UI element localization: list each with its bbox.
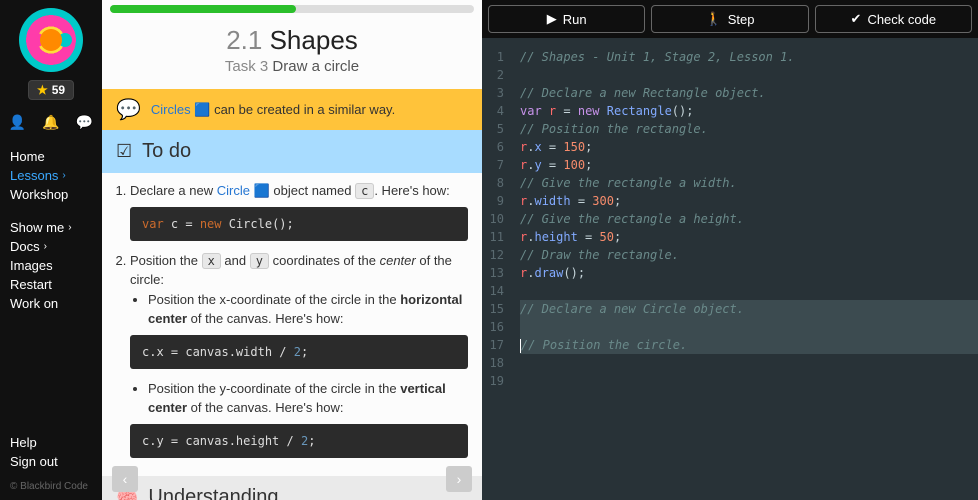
code-line[interactable] xyxy=(520,318,978,336)
nav-item-docs[interactable]: Docs› xyxy=(10,237,92,256)
prev-button[interactable]: ‹ xyxy=(112,466,138,492)
chat-icon[interactable]: 💬 xyxy=(76,114,93,131)
bell-icon[interactable]: 🔔 xyxy=(42,114,59,131)
code-line[interactable] xyxy=(520,282,978,300)
progress-fill xyxy=(110,5,296,13)
hint-text: can be created in a similar way. xyxy=(214,102,395,117)
speech-icon: 💬 xyxy=(116,97,141,122)
step-button[interactable]: 🚶Step xyxy=(651,5,808,33)
key-x: x xyxy=(202,253,221,269)
understanding-header[interactable]: 🧠 Understanding xyxy=(102,476,482,500)
checkbox-icon: ☑ xyxy=(116,141,132,162)
app-logo[interactable] xyxy=(19,8,83,72)
code-line[interactable]: // Position the circle. xyxy=(520,336,978,354)
code-line[interactable]: r.x = 150; xyxy=(520,138,978,156)
code-line[interactable]: // Declare a new Circle object. xyxy=(520,300,978,318)
code-line[interactable]: var r = new Rectangle(); xyxy=(520,102,978,120)
code-line[interactable]: r.width = 300; xyxy=(520,192,978,210)
code-line[interactable] xyxy=(520,354,978,372)
code-example-3: c.y = canvas.height / 2; xyxy=(130,424,468,458)
nav-item-images[interactable]: Images xyxy=(10,256,92,275)
user-icon[interactable]: 👤 xyxy=(9,114,26,131)
nav-item-sign-out[interactable]: Sign out xyxy=(10,452,92,471)
nav-item-help[interactable]: Help xyxy=(10,433,92,452)
step-1: Declare a new Circle 🟦 object named c. H… xyxy=(130,181,468,241)
circle-link[interactable]: Circle 🟦 xyxy=(217,183,270,198)
code-line[interactable]: r.draw(); xyxy=(520,264,978,282)
nav-item-work-on[interactable]: Work on xyxy=(10,294,92,313)
code-line[interactable]: // Draw the rectangle. xyxy=(520,246,978,264)
lesson-title: 2.1 Shapes xyxy=(102,25,482,56)
copyright: © Blackbird Code xyxy=(0,477,102,492)
walk-icon: 🚶 xyxy=(706,11,722,27)
code-line[interactable]: // Shapes - Unit 1, Stage 2, Lesson 1. xyxy=(520,48,978,66)
editor-pane: ▶Run 🚶Step ✔Check code 12345678910111213… xyxy=(482,0,978,500)
lesson-pane: 2.1 Shapes Task 3 Draw a circle 💬 Circle… xyxy=(102,0,482,500)
hint-link[interactable]: Circles 🟦 xyxy=(151,102,211,117)
bullet-1: Position the x-coordinate of the circle … xyxy=(148,290,468,329)
nav-secondary: Show me›Docs›ImagesRestartWork on xyxy=(0,216,102,315)
points-badge[interactable]: ★ 59 xyxy=(28,80,74,100)
run-button[interactable]: ▶Run xyxy=(488,5,645,33)
code-line[interactable]: // Position the rectangle. xyxy=(520,120,978,138)
nav-item-restart[interactable]: Restart xyxy=(10,275,92,294)
code-line[interactable] xyxy=(520,372,978,390)
code-line[interactable]: // Give the rectangle a height. xyxy=(520,210,978,228)
nav-item-show-me[interactable]: Show me› xyxy=(10,218,92,237)
line-gutter: 12345678910111213141516171819 xyxy=(482,38,512,500)
code-editor[interactable]: 12345678910111213141516171819 // Shapes … xyxy=(482,38,978,500)
nav-item-home[interactable]: Home xyxy=(10,147,92,166)
nav-main: HomeLessons›Workshop xyxy=(0,145,102,206)
task-subtitle: Task 3 Draw a circle xyxy=(102,58,482,75)
code-line[interactable]: r.height = 50; xyxy=(520,228,978,246)
step-2: Position the x and y coordinates of the … xyxy=(130,251,468,458)
chevron-right-icon: › xyxy=(68,222,71,233)
code-example-1: var c = new Circle(); xyxy=(130,207,468,241)
code-line[interactable]: // Give the rectangle a width. xyxy=(520,174,978,192)
key-c: c xyxy=(355,183,374,199)
hint-bar: 💬 Circles 🟦 can be created in a similar … xyxy=(102,89,482,130)
bullet-2: Position the y-coordinate of the circle … xyxy=(148,379,468,418)
nav-item-workshop[interactable]: Workshop xyxy=(10,185,92,204)
sidebar: ★ 59 👤 🔔 💬 HomeLessons›Workshop Show me›… xyxy=(0,0,102,500)
star-icon: ★ xyxy=(37,83,48,97)
progress-bar xyxy=(110,5,474,13)
play-icon: ▶ xyxy=(547,11,557,27)
todo-header[interactable]: ☑ To do xyxy=(102,130,482,173)
code-line[interactable]: // Declare a new Rectangle object. xyxy=(520,84,978,102)
chevron-right-icon: › xyxy=(44,241,47,252)
todo-steps: Declare a new Circle 🟦 object named c. H… xyxy=(102,173,482,476)
nav-item-lessons[interactable]: Lessons› xyxy=(10,166,92,185)
code-line[interactable]: r.y = 100; xyxy=(520,156,978,174)
key-y: y xyxy=(250,253,269,269)
nav-bottom: HelpSign out xyxy=(0,433,102,477)
code-lines[interactable]: // Shapes - Unit 1, Stage 2, Lesson 1. /… xyxy=(512,38,978,500)
next-button[interactable]: › xyxy=(446,466,472,492)
points-value: 59 xyxy=(52,83,65,97)
toolbar: ▶Run 🚶Step ✔Check code xyxy=(482,0,978,38)
check-icon: ✔ xyxy=(851,11,862,27)
check-button[interactable]: ✔Check code xyxy=(815,5,972,33)
code-example-2: c.x = canvas.width / 2; xyxy=(130,335,468,369)
code-line[interactable] xyxy=(520,66,978,84)
chevron-right-icon: › xyxy=(62,170,65,181)
